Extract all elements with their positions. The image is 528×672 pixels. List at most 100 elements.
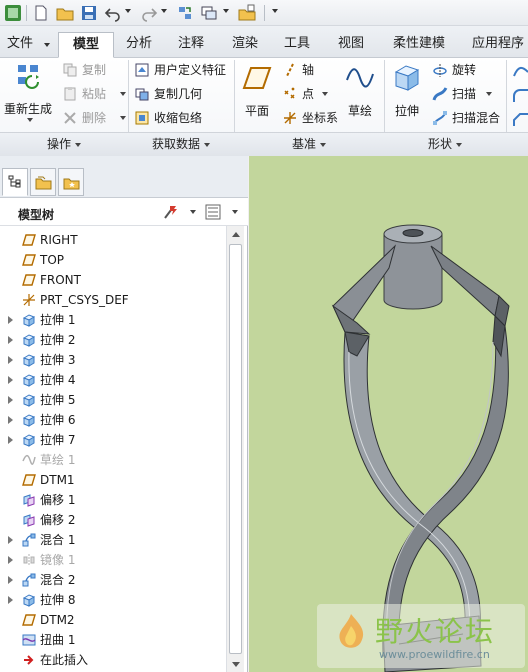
tree-item[interactable]: PRT_CSYS_DEF [0, 290, 226, 310]
expand-arrow-icon[interactable] [8, 556, 13, 564]
tab-annotate[interactable]: 注释 [170, 32, 212, 58]
model-tree-scrollbar[interactable] [226, 226, 244, 672]
tab-file[interactable]: 文件 [2, 32, 54, 58]
coordinate-system-button[interactable]: 坐标系 [282, 108, 342, 128]
expand-arrow-icon[interactable] [8, 436, 13, 444]
shapes-group-text: 形状 [427, 137, 452, 151]
open-folder-icon[interactable] [56, 4, 74, 22]
tree-item-label: RIGHT [40, 233, 78, 247]
paste-icon [64, 87, 76, 101]
tree-item[interactable]: DTM1 [0, 470, 226, 490]
revolve-button[interactable]: 旋转 [432, 60, 492, 80]
windows-dropdown-icon[interactable] [223, 9, 229, 13]
tree-item-label: 草绘 1 [40, 453, 76, 467]
copy-button[interactable]: 复制 [62, 60, 122, 80]
expand-arrow-icon[interactable] [8, 596, 13, 604]
datum-plane-button[interactable]: 平面 [238, 60, 276, 126]
round-icon[interactable] [512, 88, 528, 104]
tree-item[interactable]: 拉伸 6 [0, 410, 226, 430]
tree-item[interactable]: 扭曲 1 [0, 630, 226, 650]
expand-arrow-icon[interactable] [8, 316, 13, 324]
tab-view-label: 视图 [337, 36, 364, 51]
expand-arrow-icon[interactable] [8, 376, 13, 384]
tab-render[interactable]: 渲染 [224, 32, 266, 58]
paste-button[interactable]: 粘贴 [62, 84, 126, 104]
tree-item-label: 扭曲 1 [40, 633, 76, 647]
sweep-button[interactable]: 扫描 [432, 84, 494, 104]
customize-qat-icon[interactable] [272, 9, 278, 13]
tree-item[interactable]: 混合 1 [0, 530, 226, 550]
user-defined-feature-button[interactable]: 用户定义特征 [134, 60, 230, 80]
tree-item[interactable]: 拉伸 2 [0, 330, 226, 350]
expand-arrow-icon[interactable] [8, 416, 13, 424]
windows-icon[interactable] [200, 4, 218, 22]
twisted-part-model[interactable] [249, 156, 528, 672]
undo-dropdown-icon[interactable] [125, 9, 131, 13]
tab-analysis[interactable]: 分析 [118, 32, 160, 58]
extrude-icon [22, 354, 36, 367]
expand-arrow-icon[interactable] [8, 536, 13, 544]
swept-blend-button[interactable]: 扫描混合 [432, 108, 504, 128]
tree-item-label: 拉伸 6 [40, 413, 76, 427]
copy-geometry-button[interactable]: 复制几何 [134, 84, 214, 104]
expand-arrow-icon[interactable] [8, 356, 13, 364]
regenerate-button[interactable]: 重新生成 [4, 60, 52, 126]
tree-item[interactable]: 混合 2 [0, 570, 226, 590]
tree-item[interactable]: FRONT [0, 270, 226, 290]
tree-settings-icon[interactable] [162, 204, 180, 220]
shapes-group-label[interactable]: 形状 [384, 134, 506, 154]
get-data-group-label[interactable]: 获取数据 [128, 134, 234, 154]
tree-item[interactable]: RIGHT [0, 230, 226, 250]
tab-flexible-modeling[interactable]: 柔性建模 [384, 32, 454, 58]
redo-dropdown-icon[interactable] [161, 9, 167, 13]
tree-item[interactable]: 偏移 1 [0, 490, 226, 510]
tab-favorites[interactable] [58, 168, 84, 196]
redo-icon[interactable] [140, 4, 158, 22]
tree-item[interactable]: DTM2 [0, 610, 226, 630]
save-icon[interactable] [80, 4, 98, 22]
tab-tools[interactable]: 工具 [276, 32, 318, 58]
tab-folder-browser[interactable] [30, 168, 56, 196]
tree-item[interactable]: 拉伸 8 [0, 590, 226, 610]
expand-arrow-icon[interactable] [8, 576, 13, 584]
scroll-down-arrow-icon[interactable] [232, 662, 240, 667]
tab-applications[interactable]: 应用程序 [466, 32, 528, 58]
chamfer-icon[interactable] [512, 112, 528, 128]
shrinkwrap-button[interactable]: 收缩包络 [134, 108, 214, 128]
datum-group-label[interactable]: 基准 [234, 134, 384, 154]
expand-arrow-icon[interactable] [8, 396, 13, 404]
tab-model[interactable]: 模型 [58, 32, 114, 58]
tab-view[interactable]: 视图 [330, 32, 372, 58]
engineering-feature-icon[interactable] [512, 64, 528, 80]
tree-item[interactable]: TOP [0, 250, 226, 270]
tree-item[interactable]: 镜像 1 [0, 550, 226, 570]
tree-item[interactable]: 拉伸 4 [0, 370, 226, 390]
tree-item[interactable]: 拉伸 7 [0, 430, 226, 450]
delete-label: 删除 [82, 111, 107, 125]
scrollbar-thumb[interactable] [229, 244, 242, 654]
graphics-window[interactable]: 野火论坛 www.proewildfire.cn [249, 156, 528, 672]
delete-button[interactable]: 删除 [62, 108, 126, 128]
scroll-up-arrow-icon[interactable] [232, 232, 240, 237]
regenerate-small-icon[interactable] [176, 4, 194, 22]
expand-arrow-icon[interactable] [8, 336, 13, 344]
tree-item[interactable]: 拉伸 1 [0, 310, 226, 330]
tree-item[interactable]: 偏移 2 [0, 510, 226, 530]
tree-show-dropdown-icon[interactable] [232, 210, 238, 214]
tree-item[interactable]: 拉伸 3 [0, 350, 226, 370]
tree-item[interactable]: 拉伸 5 [0, 390, 226, 410]
tab-model-tree[interactable] [2, 168, 28, 196]
close-window-icon[interactable] [238, 4, 256, 22]
tree-settings-dropdown-icon[interactable] [190, 210, 196, 214]
extrude-button[interactable]: 拉伸 [388, 60, 426, 126]
sketch-button[interactable]: 草绘 [342, 60, 378, 126]
operations-group-label[interactable]: 操作 [0, 134, 128, 154]
undo-icon[interactable] [104, 4, 122, 22]
tree-show-icon[interactable] [204, 204, 222, 220]
app-logo-icon[interactable] [4, 4, 22, 22]
tree-item[interactable]: 草绘 1 [0, 450, 226, 470]
datum-point-button[interactable]: 点 [282, 84, 330, 104]
tree-item[interactable]: 在此插入 [0, 650, 226, 670]
datum-axis-button[interactable]: 轴 [282, 60, 322, 80]
new-file-icon[interactable] [32, 4, 50, 22]
